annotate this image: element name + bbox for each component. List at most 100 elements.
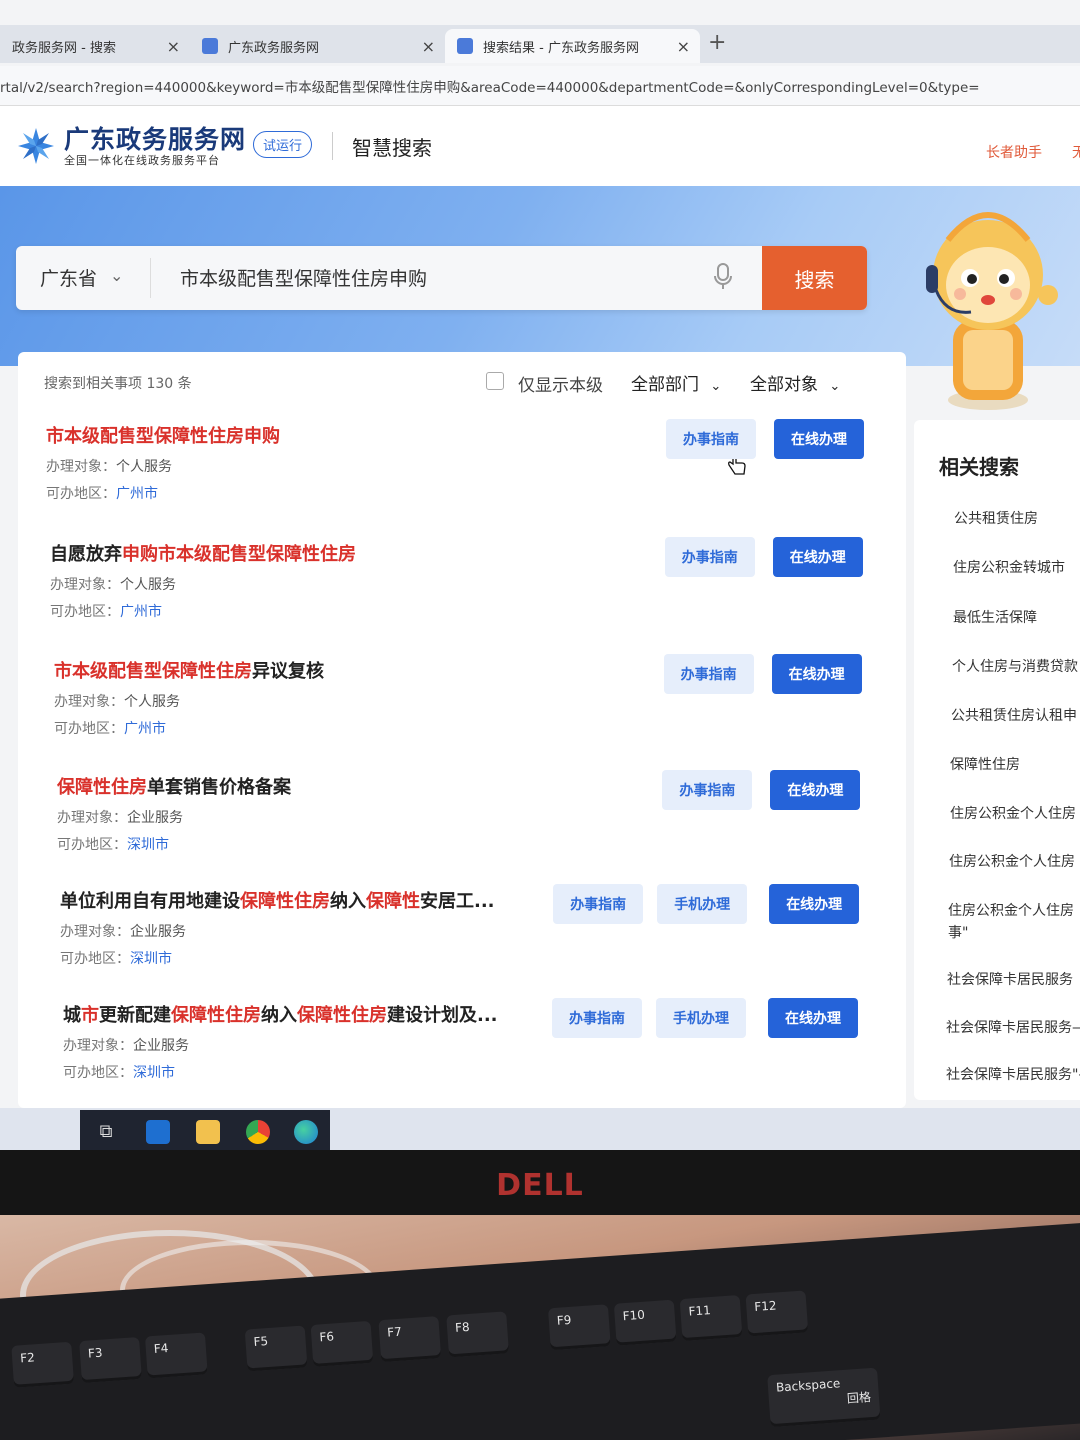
result-title-part: 异议复核 [252,661,324,682]
related-search-item[interactable]: 社会保障卡居民服务— [946,1017,1080,1037]
area-value[interactable]: 深圳市 [127,837,169,853]
new-tab-button[interactable]: + [708,30,726,55]
area-label: 可办地区： [46,486,116,502]
page-title: 智慧搜索 [352,136,432,160]
area-value[interactable]: 广州市 [124,721,166,737]
favicon-icon [202,38,218,54]
header-extra-link[interactable]: 无 [1072,142,1080,162]
result-title-part: 纳入 [330,891,366,912]
search-input[interactable]: 市本级配售型保障性住房申购 [180,264,427,291]
guide-button[interactable]: 办事指南 [552,998,642,1038]
outlook-icon[interactable] [146,1120,170,1144]
only-level-label[interactable]: 仅显示本级 [518,371,603,396]
microphone-icon[interactable] [712,262,734,292]
result-target: 办理对象：个人服务 [46,456,172,476]
area-value[interactable]: 广州市 [120,604,162,620]
file-explorer-icon[interactable] [196,1120,220,1144]
online-apply-button[interactable]: 在线办理 [771,654,862,694]
tab-label: 政务服务网 - 搜索 [12,40,116,56]
related-search-item[interactable]: 公共租赁住房认租申 [951,705,1077,725]
target-value: 个人服务 [124,694,180,710]
result-area: 可办地区：广州市 [46,483,158,503]
result-title-part: 更新配建 [99,1005,171,1026]
area-label: 可办地区： [60,951,130,967]
site-subtitle: 全国一体化在线政务服务平台 [64,154,220,167]
guide-button[interactable]: 办事指南 [663,654,754,694]
related-search-item[interactable]: 社会保障卡居民服务 [947,969,1073,989]
guide-button[interactable]: 办事指南 [662,770,753,810]
task-view-icon[interactable]: ⧉ [94,1120,118,1144]
result-title-part: 保障性 [366,891,420,912]
close-icon[interactable]: × [422,37,435,56]
online-apply-button[interactable]: 在线办理 [772,537,863,577]
related-search-item[interactable]: 住房公积金个人住房 [950,803,1076,823]
tab-search[interactable]: 政务服务网 - 搜索 × [0,29,190,63]
result-title[interactable]: 保障性住房单套销售价格备案 [57,773,291,799]
related-search-item[interactable]: 住房公积金个人住房 [948,900,1074,920]
gd-gov-logo-icon[interactable] [16,126,56,166]
address-bar[interactable]: rtal/v2/search?region=440000&keyword=市本级… [0,66,1080,106]
divider [150,258,151,298]
result-count: 搜索到相关事项 130 条 [44,376,192,392]
result-title-part: 自愿放弃 [50,544,122,565]
mobile-apply-button[interactable]: 手机办理 [656,998,746,1038]
target-filter[interactable]: 全部对象 ⌄ [750,370,840,395]
close-icon[interactable]: × [167,37,180,56]
header-divider [332,132,333,160]
result-title-part: 城 [63,1005,81,1026]
only-level-checkbox[interactable] [486,372,504,390]
related-search-item[interactable]: 社会保障卡居民服务"- [946,1064,1080,1084]
online-apply-button[interactable]: 在线办理 [769,884,860,924]
area-value[interactable]: 深圳市 [130,951,172,967]
result-target: 办理对象：个人服务 [54,691,180,711]
region-select[interactable]: 广东省 [40,264,97,291]
tab-gd-gov[interactable]: 广东政务服务网 × [190,29,445,63]
chrome-icon[interactable] [246,1120,270,1144]
edge-icon[interactable] [294,1120,318,1144]
result-title-part: 市本级配售型保障性住房 [54,661,252,682]
keyboard-key: F7 [378,1316,442,1363]
result-title-part: 保障性住房 [240,891,330,912]
result-title[interactable]: 市本级配售型保障性住房申购 [46,422,280,448]
chevron-down-icon: ⌄ [829,379,841,394]
related-search-item[interactable]: 事" [948,922,968,942]
guide-button[interactable]: 办事指南 [553,884,644,924]
result-area: 可办地区：深圳市 [63,1062,175,1082]
result-title-part: 安居工... [420,891,495,912]
online-apply-button[interactable]: 在线办理 [774,419,864,459]
chevron-down-icon: ⌄ [710,379,722,394]
close-icon[interactable]: × [677,37,690,56]
target-value: 个人服务 [116,459,172,475]
area-value[interactable]: 深圳市 [133,1065,175,1081]
chevron-down-icon[interactable]: ⌄ [110,266,123,285]
related-search-item[interactable]: 最低生活保障 [953,607,1037,627]
guide-button[interactable]: 办事指南 [664,537,755,577]
mobile-apply-button[interactable]: 手机办理 [657,884,748,924]
result-title-part: 市 [81,1005,99,1026]
department-filter[interactable]: 全部部门 ⌄ [631,370,721,395]
result-title[interactable]: 城市更新配建保障性住房纳入保障性住房建设计划及... [63,1001,498,1027]
elder-helper-link[interactable]: 长者助手 [986,142,1042,162]
result-title-part: 单位利用自有用地建设 [60,891,240,912]
result-title[interactable]: 单位利用自有用地建设保障性住房纳入保障性安居工... [60,887,495,913]
related-search-item[interactable]: 住房公积金转城市 [953,557,1065,577]
keyboard-key: F5 [244,1325,308,1372]
area-value[interactable]: 广州市 [116,486,158,502]
target-value: 企业服务 [127,810,183,826]
result-title[interactable]: 自愿放弃申购市本级配售型保障性住房 [50,540,356,566]
online-apply-button[interactable]: 在线办理 [770,770,861,810]
target-value: 企业服务 [130,924,186,940]
related-search-item[interactable]: 个人住房与消费贷款 [952,656,1078,676]
related-search-item[interactable]: 公共租赁住房 [954,508,1038,528]
tab-search-results[interactable]: 搜索结果 - 广东政务服务网 × [445,29,700,63]
keyboard-key: F4 [144,1332,208,1379]
related-search-item[interactable]: 保障性住房 [950,754,1020,774]
guide-button[interactable]: 办事指南 [666,419,756,459]
department-filter-label: 全部部门 [631,375,699,395]
result-title[interactable]: 市本级配售型保障性住房异议复核 [54,657,324,683]
related-search-item[interactable]: 住房公积金个人住房 [949,851,1075,871]
online-apply-button[interactable]: 在线办理 [768,998,858,1038]
search-button[interactable]: 搜索 [762,246,867,310]
site-name[interactable]: 广东政务服务网 [64,120,246,156]
result-target: 办理对象：企业服务 [60,921,186,941]
